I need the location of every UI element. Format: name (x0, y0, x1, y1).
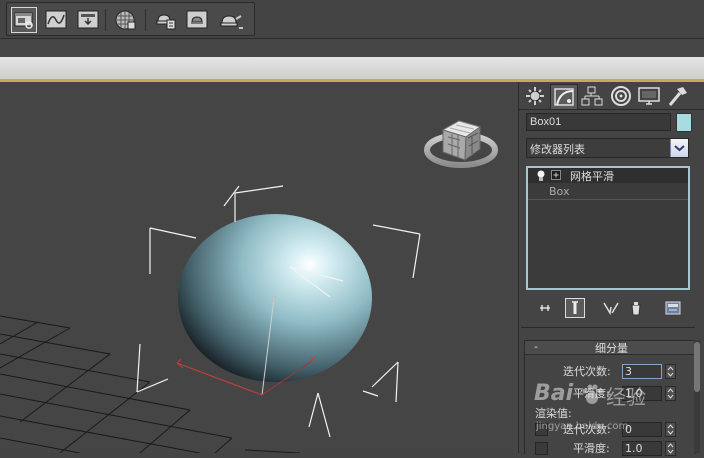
spinner-arrows-icon (667, 443, 674, 454)
panel-tab-divider (519, 109, 704, 110)
chevron-down-icon (674, 145, 685, 152)
modifier-list-dropdown[interactable]: 修改器列表 (526, 138, 689, 158)
create-icon (526, 87, 544, 105)
render-iterations-checkbox[interactable] (535, 423, 548, 436)
panel-scrollbar-thumb[interactable] (694, 342, 700, 392)
dropdown-button[interactable] (670, 139, 688, 157)
iterations-spinner[interactable] (665, 364, 676, 379)
object-color-swatch[interactable] (676, 113, 692, 132)
ribbon-bar (0, 57, 704, 82)
make-unique-icon (603, 302, 619, 316)
iterations-label: 迭代次数: (563, 365, 611, 378)
toolbar-separator (145, 9, 146, 31)
toolbar-button-rendered-frame-window[interactable] (184, 7, 210, 33)
rollout-toggle: - (534, 340, 538, 353)
modify-icon (554, 88, 574, 106)
render-iterations-spinner[interactable] (665, 422, 676, 437)
rendered-frame-window-icon (186, 10, 208, 29)
render-smoothness-checkbox[interactable] (535, 442, 548, 455)
show-end-result-icon (572, 301, 578, 314)
tab-modify[interactable] (550, 84, 578, 110)
render-setup-icon (156, 14, 176, 30)
toolbar-button-schematic-view[interactable] (75, 7, 101, 33)
make-unique-button[interactable] (601, 298, 621, 318)
tab-hierarchy[interactable] (579, 84, 605, 108)
viewport-scene (0, 120, 498, 453)
show-end-result-button[interactable] (565, 298, 585, 318)
modifier-stack: 网格平滑 Box (526, 166, 690, 290)
tab-display[interactable] (636, 84, 662, 108)
render-smoothness-spinner[interactable] (665, 441, 676, 456)
expand-plus-icon[interactable] (551, 170, 562, 181)
smoothness-input[interactable]: 1.0 (622, 386, 662, 401)
smoothness-label: 平滑度: (573, 387, 610, 400)
spinner-arrows-icon (667, 366, 674, 377)
utilities-icon (668, 87, 687, 106)
render-values-label: 渲染值: (535, 407, 572, 420)
configure-sets-icon (665, 301, 681, 315)
render-iterations-label: 迭代次数: (563, 423, 611, 436)
scene-explorer-icon (14, 12, 33, 29)
render-iterations-input[interactable]: 0 (622, 422, 662, 437)
panel-divider (521, 327, 695, 328)
pin-icon (540, 305, 550, 311)
smoothness-spinner[interactable] (665, 386, 676, 401)
motion-icon (611, 86, 631, 106)
iterations-input[interactable]: 3 (622, 364, 662, 379)
toolbar-button-scene-explorer[interactable] (11, 7, 37, 33)
toolbar-button-render-setup[interactable] (152, 7, 178, 33)
stack-divider (528, 199, 688, 200)
render-toolbar-group (6, 2, 255, 36)
stack-item-label: Box (549, 185, 570, 198)
lightbulb-icon[interactable] (535, 169, 547, 182)
main-toolbar (0, 0, 704, 39)
subdivision-amount-rollout: - 细分量 迭代次数: 3 平滑度: 1.0 渲染值: 迭代次数: 0 平滑度:… (524, 340, 696, 456)
configure-modifier-sets-button[interactable] (663, 298, 683, 318)
stack-item-meshsmooth[interactable]: 网格平滑 (528, 168, 688, 183)
toolbar-button-material-editor[interactable] (113, 7, 139, 33)
stack-item-box[interactable]: Box (528, 184, 688, 199)
trash-icon (631, 302, 641, 316)
perspective-viewport[interactable] (0, 82, 518, 453)
hierarchy-icon (581, 86, 603, 106)
object-name-field[interactable] (526, 113, 671, 131)
secondary-toolbar (0, 39, 704, 58)
tab-create[interactable] (522, 84, 548, 108)
schematic-view-icon (77, 10, 99, 29)
remove-modifier-button[interactable] (626, 298, 646, 318)
pin-stack-button[interactable] (535, 298, 555, 318)
rollout-title: 细分量 (595, 342, 628, 355)
stack-item-label: 网格平滑 (570, 170, 614, 183)
toolbar-separator (105, 9, 106, 31)
render-smoothness-input[interactable]: 1.0 (622, 441, 662, 456)
render-smoothness-label: 平滑度: (573, 442, 610, 455)
command-panel: 修改器列表 网格平滑 Box - 细分量 迭代次数: (518, 82, 704, 456)
tab-utilities[interactable] (665, 84, 691, 108)
spinner-arrows-icon (667, 424, 674, 435)
modifier-list-label: 修改器列表 (530, 143, 585, 156)
rollout-header[interactable]: - 细分量 (525, 340, 695, 355)
material-editor-icon (115, 10, 136, 30)
viewcube[interactable] (424, 120, 498, 168)
toolbar-button-curve-editor[interactable] (43, 7, 69, 33)
display-icon (638, 87, 660, 105)
toolbar-button-render[interactable] (216, 7, 243, 33)
tab-motion[interactable] (608, 84, 634, 108)
render-teapot-icon (220, 15, 243, 29)
curve-editor-icon (45, 10, 67, 29)
spinner-arrows-icon (667, 388, 674, 399)
